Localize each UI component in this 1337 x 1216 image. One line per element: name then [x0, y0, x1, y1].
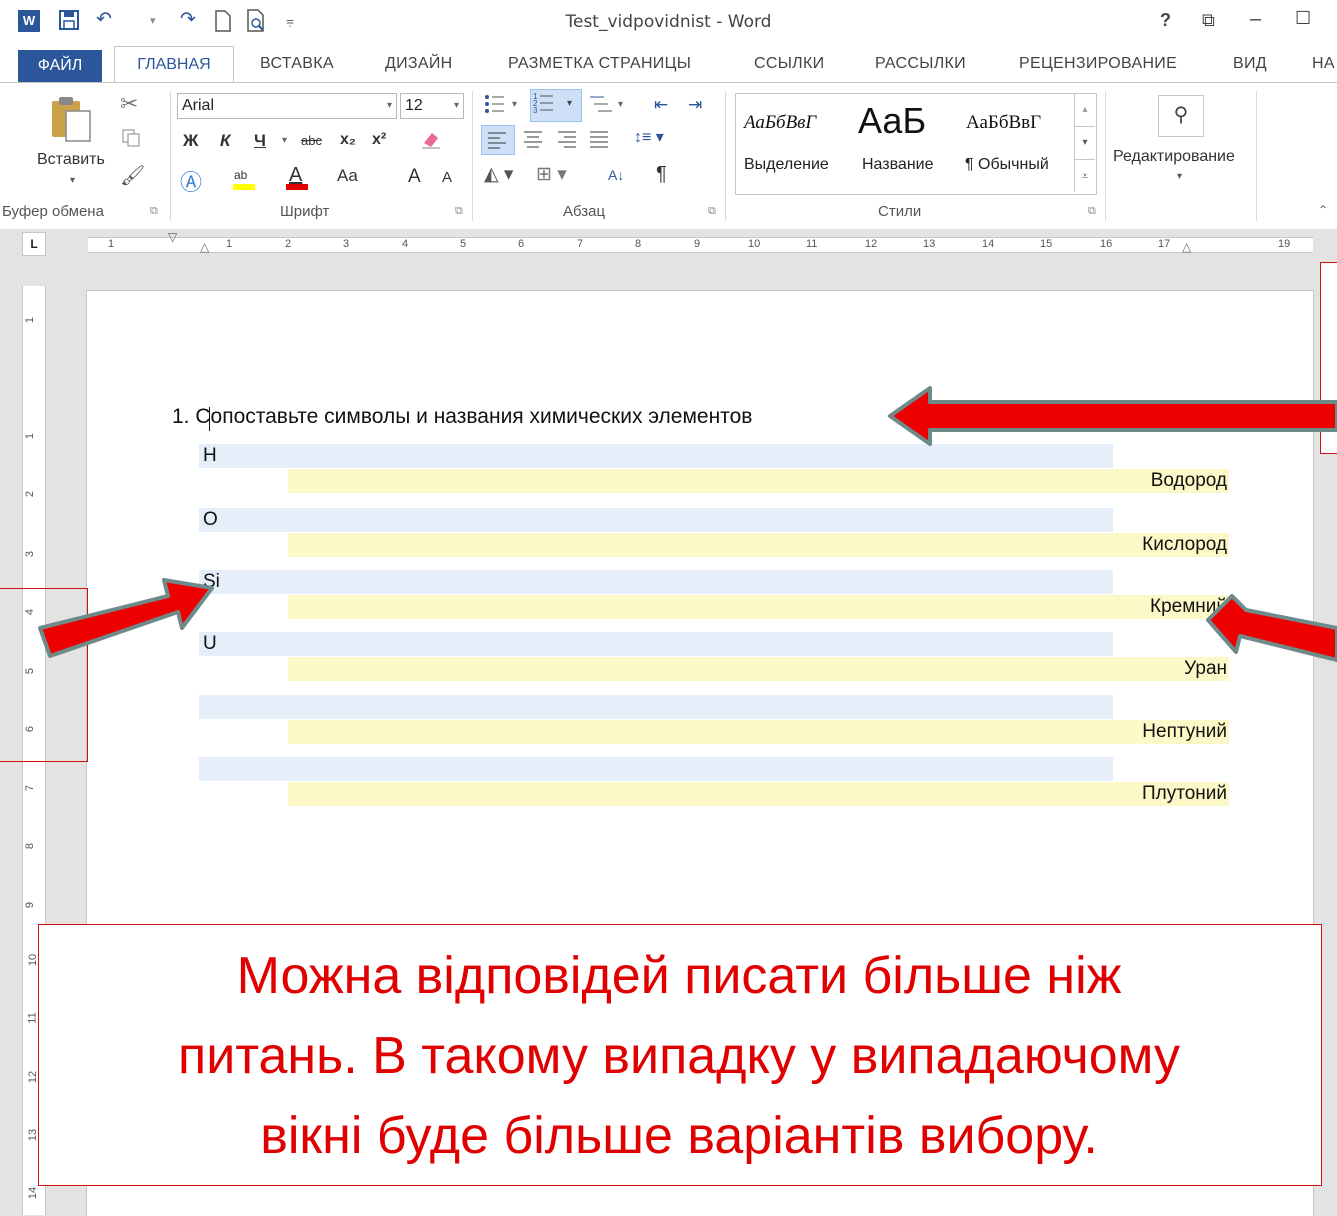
arrow-to-field-icon [38, 578, 214, 658]
arrow-to-answer-icon [1206, 594, 1337, 662]
annotation-line: Можна відповідей писати більше ніж [236, 947, 1122, 1005]
arrow-to-question-icon [888, 386, 1337, 446]
annotation-line: вікні буде більше варіантів вибору. [260, 1107, 1098, 1165]
annotation-note: Можна відповідей писати більше ніж питан… [38, 936, 1320, 1176]
annotation-line: питань. В такому випадку у випадаючому [178, 1027, 1180, 1085]
